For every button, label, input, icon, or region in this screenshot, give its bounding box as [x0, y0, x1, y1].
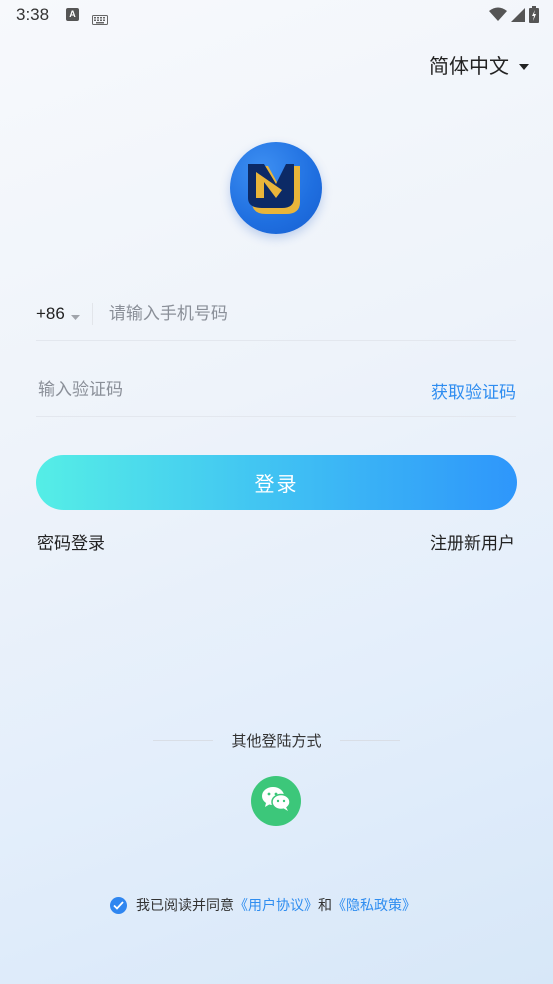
a-notification-icon: A	[66, 8, 79, 21]
wifi-icon	[489, 7, 507, 26]
divider-left	[153, 740, 213, 741]
divider-right	[339, 740, 400, 741]
status-bar: 3:38 A	[0, 0, 553, 30]
status-time: 3:38	[16, 5, 50, 24]
phone-input[interactable]	[106, 303, 491, 325]
country-code-selector[interactable]: +86	[36, 303, 93, 325]
wechat-login-button[interactable]	[251, 776, 301, 826]
user-agreement-link[interactable]: 《用户协议》	[234, 895, 318, 915]
agreement: 我已阅读并同意 《用户协议》 和 《隐私政策》	[110, 895, 416, 915]
agreement-prefix: 我已阅读并同意	[136, 898, 234, 914]
agreement-and: 和	[318, 898, 332, 914]
app-logo	[230, 142, 322, 234]
signal-icon	[511, 7, 525, 26]
privacy-policy-link[interactable]: 《隐私政策》	[332, 895, 416, 915]
country-code: +86	[36, 304, 65, 323]
register-link[interactable]: 注册新用户	[430, 529, 515, 554]
login-button[interactable]: 登录	[36, 455, 517, 510]
triangle-down-icon	[70, 305, 80, 324]
password-login-link[interactable]: 密码登录	[37, 529, 105, 554]
phone-row: +86	[36, 288, 516, 341]
code-row: 获取验证码	[36, 364, 516, 417]
status-icons	[489, 6, 539, 27]
get-code-button[interactable]: 获取验证码	[431, 378, 516, 403]
wechat-icon	[261, 786, 291, 816]
agreement-checkbox[interactable]	[110, 896, 127, 914]
language-label: 简体中文	[429, 54, 509, 78]
other-login-label: 其他登陆方式	[231, 732, 322, 750]
verification-code-input[interactable]	[36, 379, 340, 401]
triangle-down-icon	[519, 55, 529, 74]
battery-icon	[529, 6, 539, 27]
other-login-section: 其他登陆方式	[153, 730, 400, 751]
keyboard-icon	[92, 10, 108, 29]
language-selector[interactable]: 简体中文	[429, 50, 529, 79]
